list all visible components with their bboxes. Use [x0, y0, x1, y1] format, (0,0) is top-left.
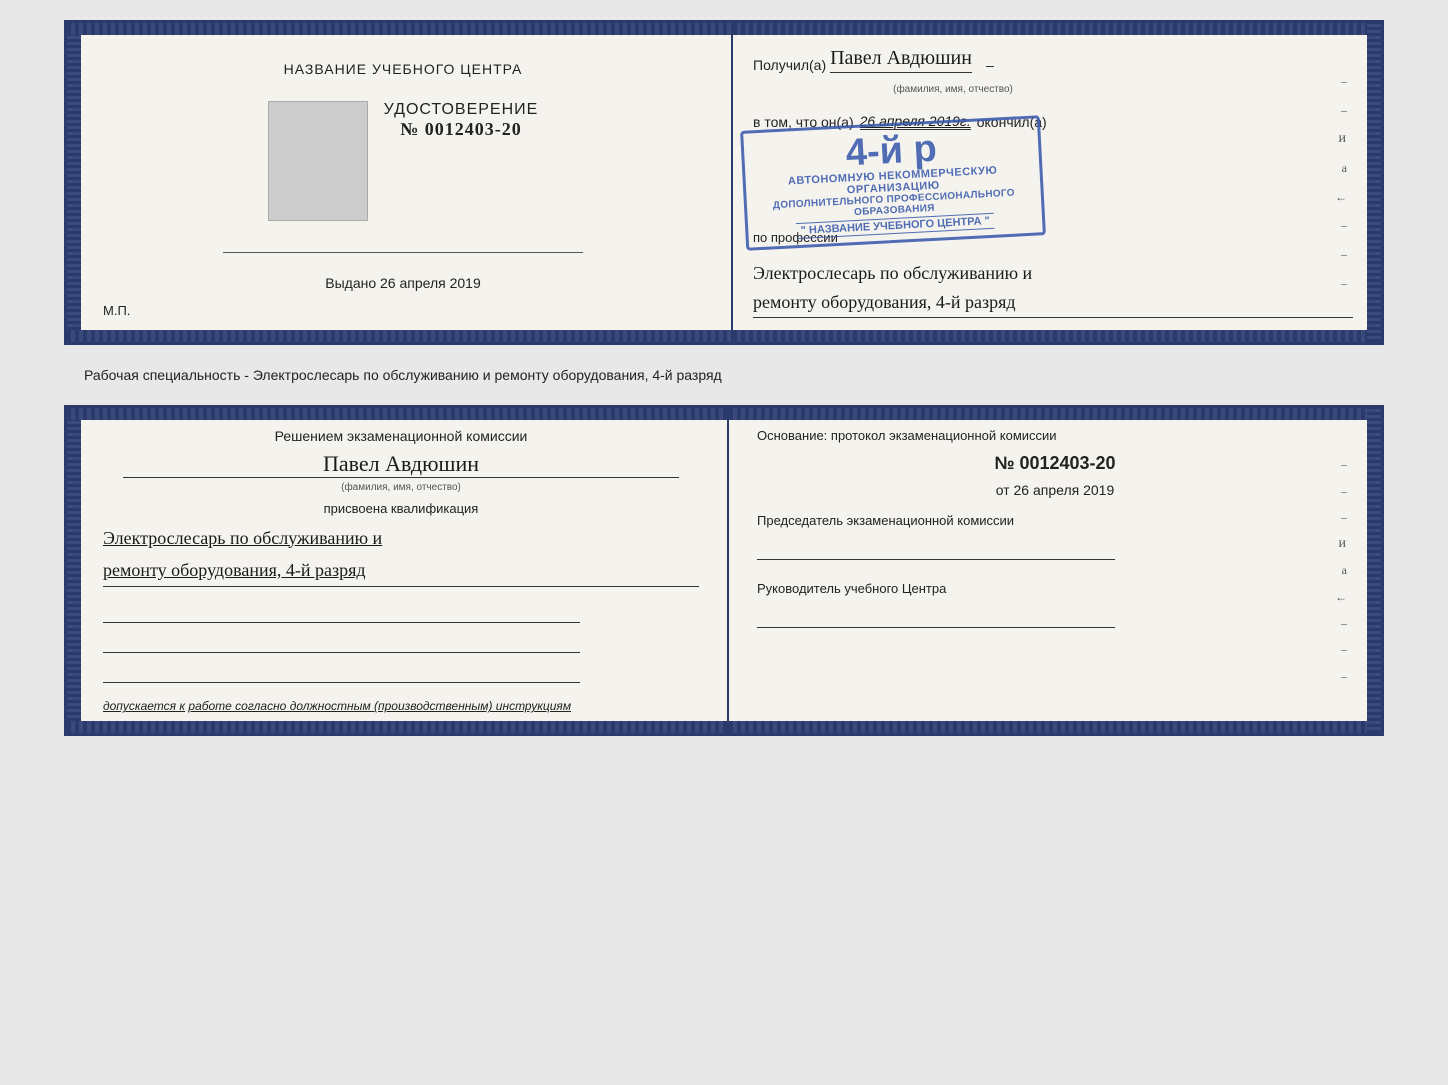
- stamp-big-text: 4-й р: [845, 130, 938, 173]
- osnovanie-text: Основание: протокол экзаменационной коми…: [757, 426, 1353, 446]
- stamp-line1: АВТОНОМНУЮ НЕКОММЕРЧЕСКУЮ ОРГАНИЗАЦИЮ: [754, 163, 1033, 202]
- signature-lines-left: [103, 603, 699, 683]
- commission-name: Павел Авдюшин: [123, 451, 679, 478]
- bottom-edge-bottom-left: [67, 721, 727, 733]
- vtom-label: в том, что он(а): [753, 114, 854, 130]
- ot-date: от 26 апреля 2019: [757, 482, 1353, 498]
- right-binding: [1367, 23, 1381, 342]
- predsedatel-label: Председатель экзаменационной комиссии: [757, 512, 1353, 530]
- protocol-number: № 0012403-20: [757, 453, 1353, 474]
- bottom-doc-left: Решением экзаменационной комиссии Павел …: [67, 408, 729, 734]
- bottom-edge-right: [733, 330, 1381, 342]
- poluchil-label: Получил(а): [753, 57, 826, 73]
- dopuskaetsya-text: допускается к работе согласно должностны…: [103, 699, 699, 713]
- top-doc-left: НАЗВАНИЕ УЧЕБНОГО ЦЕНТРА УДОСТОВЕРЕНИЕ №…: [67, 23, 733, 342]
- predsedatel-block: Председатель экзаменационной комиссии: [757, 512, 1353, 560]
- rukovoditel-sig-line: [757, 604, 1115, 628]
- okonchil-label: окончил(а): [977, 114, 1047, 130]
- top-edge-bottom-left: [67, 408, 727, 420]
- dopuskaetsya-prefix: допускается к: [103, 699, 185, 713]
- profession-line1: Электрослесарь по обслуживанию и ремонту…: [753, 259, 1353, 318]
- top-document: НАЗВАНИЕ УЧЕБНОГО ЦЕНТРА УДОСТОВЕРЕНИЕ №…: [64, 20, 1384, 345]
- recipient-name-top: Павел Авдюшин: [830, 47, 972, 73]
- top-edge-bottom-right: [729, 408, 1381, 420]
- predsedatel-sig-line: [757, 536, 1115, 560]
- rukovoditel-label: Руководитель учебного Центра: [757, 580, 1353, 598]
- photo-placeholder: [268, 101, 368, 221]
- poluchil-line: Получил(а) Павел Авдюшин –: [753, 47, 1353, 73]
- vydano-label: Выдано: [325, 275, 376, 291]
- udostoverenie-block: УДОСТОВЕРЕНИЕ № 0012403-20: [384, 101, 539, 140]
- vtom-line: в том, что он(а) 26 апреля 2019г. окончи…: [753, 113, 1353, 130]
- bottom-right-binding: [1367, 408, 1381, 734]
- sig-line-2: [103, 633, 580, 653]
- qualification-text: Электрослесарь по обслуживанию и ремонту…: [103, 522, 699, 588]
- fio-hint-bottom: (фамилия, имя, отчество): [103, 482, 699, 493]
- mp-label: М.П.: [103, 303, 130, 318]
- vydano-date: 26 апреля 2019: [380, 275, 481, 291]
- prisvoena-text: присвоена квалификация: [103, 501, 699, 516]
- separator-text: Рабочая специальность - Электрослесарь п…: [84, 363, 1364, 387]
- right-dashes-bottom: – – – и а ← – – –: [1329, 438, 1353, 704]
- sig-line-3: [103, 663, 580, 683]
- right-dashes: – – и а ← – – –: [1329, 53, 1353, 312]
- bottom-edge-left: [67, 330, 731, 342]
- sig-line-1: [103, 603, 580, 623]
- bottom-document: Решением экзаменационной комиссии Павел …: [64, 405, 1384, 737]
- top-edge-right: [733, 23, 1381, 35]
- bottom-doc-right: Основание: протокол экзаменационной коми…: [729, 408, 1381, 734]
- udostoverenie-label: УДОСТОВЕРЕНИЕ: [384, 101, 539, 119]
- commission-header: Решением экзаменационной комиссии: [103, 426, 699, 447]
- vydano-line: Выдано 26 апреля 2019: [325, 275, 481, 291]
- center-title-top: НАЗВАНИЕ УЧЕБНОГО ЦЕНТРА: [284, 61, 523, 77]
- po-professii-label: по профессии: [753, 230, 1353, 245]
- top-doc-right: Получил(а) Павел Авдюшин – (фамилия, имя…: [733, 23, 1381, 342]
- udostoverenie-number: № 0012403-20: [384, 119, 539, 140]
- bottom-edge-bottom-right: [729, 721, 1381, 733]
- dash-top: –: [986, 57, 994, 73]
- vtom-date: 26 апреля 2019г.: [860, 113, 971, 130]
- fio-hint-top: (фамилия, имя, отчество): [853, 84, 1053, 95]
- stamp-line2: ДОПОЛНИТЕЛЬНОГО ПРОФЕССИОНАЛЬНОГО ОБРАЗО…: [755, 187, 1034, 224]
- rukovoditel-block: Руководитель учебного Центра: [757, 580, 1353, 628]
- top-edge-decoration: [67, 23, 731, 35]
